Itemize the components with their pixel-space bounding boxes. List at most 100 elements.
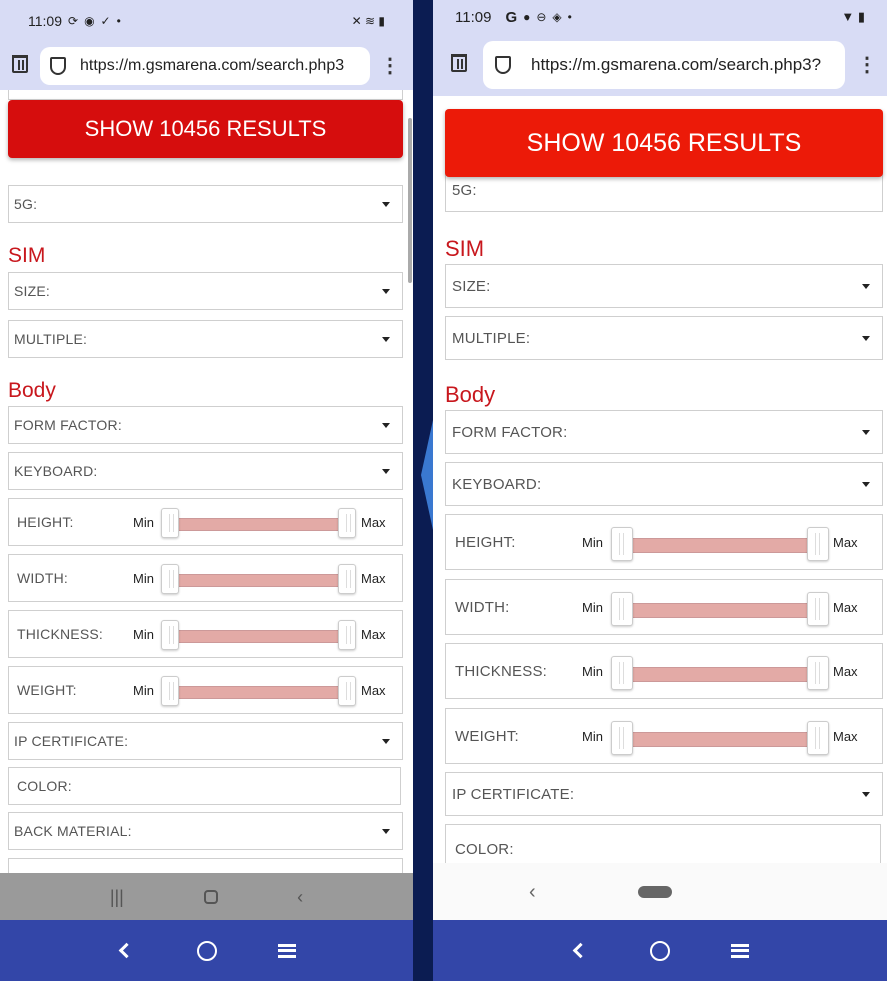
back-material-select[interactable]: BACK MATERIAL: (8, 812, 403, 850)
keyboard-select[interactable]: KEYBOARD: (445, 462, 883, 506)
sim-size-select[interactable]: SIZE: (445, 264, 883, 308)
weight-min-handle[interactable] (161, 676, 179, 706)
height-min-handle[interactable] (611, 527, 633, 561)
show-results-button[interactable]: SHOW 10456 RESULTS (445, 109, 883, 177)
weight-slider-row: WEIGHT: Min Max (8, 666, 403, 714)
home-circle-icon (650, 940, 670, 961)
trash-icon[interactable] (451, 53, 467, 77)
home-circle-icon (196, 940, 217, 961)
recents-icon[interactable]: ||| (110, 887, 124, 908)
nav-home-button[interactable] (620, 940, 700, 961)
width-label: WIDTH: (455, 598, 510, 616)
menu-icon (731, 943, 749, 958)
keyboard-select[interactable]: KEYBOARD: (8, 452, 403, 490)
ip-certificate-select[interactable]: IP CERTIFICATE: (8, 722, 403, 760)
home-pill-icon[interactable] (637, 886, 672, 898)
thickness-min-handle[interactable] (611, 656, 633, 690)
ip-certificate-select[interactable]: IP CERTIFICATE: (445, 772, 883, 816)
chrome-icon: ◉ (84, 14, 95, 28)
back-icon[interactable]: ‹ (529, 881, 536, 904)
height-label: HEIGHT: (455, 533, 516, 551)
back-material-label: BACK MATERIAL: (14, 823, 132, 839)
right-phone-screen: 11:09 G ● ⊖ ◈ • ▼ ▮ https://m.gsmarena.c… (433, 0, 887, 981)
slider-max-label: Max (833, 599, 858, 615)
slider-min-label: Min (133, 514, 154, 530)
status-bar: 11:09 G ● ⊖ ◈ • ▼ ▮ (433, 0, 887, 34)
home-icon[interactable] (203, 890, 218, 904)
width-slider-track[interactable] (622, 603, 822, 618)
thickness-slider-track[interactable] (169, 630, 353, 643)
more-options-icon[interactable]: ⋮ (380, 56, 400, 76)
partial-field[interactable] (8, 90, 403, 100)
slider-min-label: Min (133, 682, 154, 698)
nav-back-button[interactable] (87, 942, 167, 959)
address-field[interactable]: https://m.gsmarena.com/search.php3 (40, 47, 370, 85)
color-input[interactable]: COLOR: (8, 767, 401, 805)
partial-field-bottom[interactable] (8, 858, 403, 873)
form-factor-select[interactable]: FORM FACTOR: (8, 406, 403, 444)
height-max-handle[interactable] (338, 508, 356, 538)
nav-back-button[interactable] (540, 942, 620, 959)
nav-menu-button[interactable] (247, 943, 327, 958)
thickness-min-handle[interactable] (161, 620, 179, 650)
nav-home-button[interactable] (167, 940, 247, 961)
signal-battery-icon: ✕ ≋ ▮ (351, 14, 385, 28)
status-time: 11:09 (28, 13, 62, 29)
nav-menu-button[interactable] (700, 943, 780, 958)
scrollbar[interactable] (408, 118, 412, 283)
width-min-handle[interactable] (611, 592, 633, 626)
back-chevron-icon (572, 942, 588, 959)
multiple-label: MULTIPLE: (452, 329, 531, 347)
color-input[interactable]: COLOR: (445, 824, 881, 863)
slider-max-label: Max (833, 663, 858, 679)
thickness-max-handle[interactable] (807, 656, 829, 690)
weight-max-handle[interactable] (807, 721, 829, 755)
weight-min-handle[interactable] (611, 721, 633, 755)
bottom-nav (0, 920, 413, 981)
width-min-handle[interactable] (161, 564, 179, 594)
weight-slider-track[interactable] (169, 686, 353, 699)
thickness-max-handle[interactable] (338, 620, 356, 650)
form-factor-label: FORM FACTOR: (452, 423, 568, 441)
dropdown-arrow-icon (862, 336, 870, 341)
back-chevron-icon (118, 942, 135, 959)
height-max-handle[interactable] (807, 527, 829, 561)
width-label: WIDTH: (17, 570, 68, 586)
url-text: https://m.gsmarena.com/search.php3? (531, 55, 822, 74)
form-factor-select[interactable]: FORM FACTOR: (445, 410, 883, 454)
system-nav-bar: ‹ (433, 863, 887, 921)
height-min-handle[interactable] (161, 508, 179, 538)
status-time: 11:09 (455, 8, 492, 26)
width-max-handle[interactable] (807, 592, 829, 626)
trash-icon[interactable] (12, 54, 28, 78)
dropdown-arrow-icon (382, 829, 390, 834)
sim-size-label: SIZE: (14, 283, 51, 299)
url-text: https://m.gsmarena.com/search.php3 (80, 57, 345, 74)
fiveg-label: 5G: (452, 182, 477, 199)
thickness-slider-track[interactable] (622, 667, 822, 682)
address-field[interactable]: https://m.gsmarena.com/search.php3? (483, 41, 845, 89)
height-slider-track[interactable] (622, 538, 822, 553)
section-body: Body (8, 379, 56, 402)
fiveg-select[interactable]: 5G: (8, 185, 403, 223)
dropdown-arrow-icon (862, 430, 870, 435)
basketball-icon: ● (523, 10, 531, 24)
dropdown-arrow-icon (382, 202, 390, 207)
weight-slider-track[interactable] (622, 732, 822, 747)
sim-size-select[interactable]: SIZE: (8, 272, 403, 310)
width-max-handle[interactable] (338, 564, 356, 594)
color-label: COLOR: (455, 840, 514, 858)
more-options-icon[interactable]: ⋮ (857, 55, 877, 75)
width-slider-track[interactable] (169, 574, 353, 587)
height-slider-track[interactable] (169, 518, 353, 531)
page-content: 5G: SIM SIZE: MULTIPLE: Body FORM FACTOR… (433, 96, 887, 863)
multiple-select[interactable]: MULTIPLE: (445, 316, 883, 360)
multiple-select[interactable]: MULTIPLE: (8, 320, 403, 358)
dropdown-arrow-icon (382, 289, 390, 294)
show-results-button[interactable]: SHOW 10456 RESULTS (8, 100, 403, 158)
weight-label: WEIGHT: (17, 682, 77, 698)
back-icon[interactable]: ‹ (297, 887, 303, 908)
weight-max-handle[interactable] (338, 676, 356, 706)
dropdown-arrow-icon (862, 284, 870, 289)
left-phone-screen: 11:09 ⟳ ◉ ✓ • ✕ ≋ ▮ https://m.gsmarena.c… (0, 0, 413, 981)
